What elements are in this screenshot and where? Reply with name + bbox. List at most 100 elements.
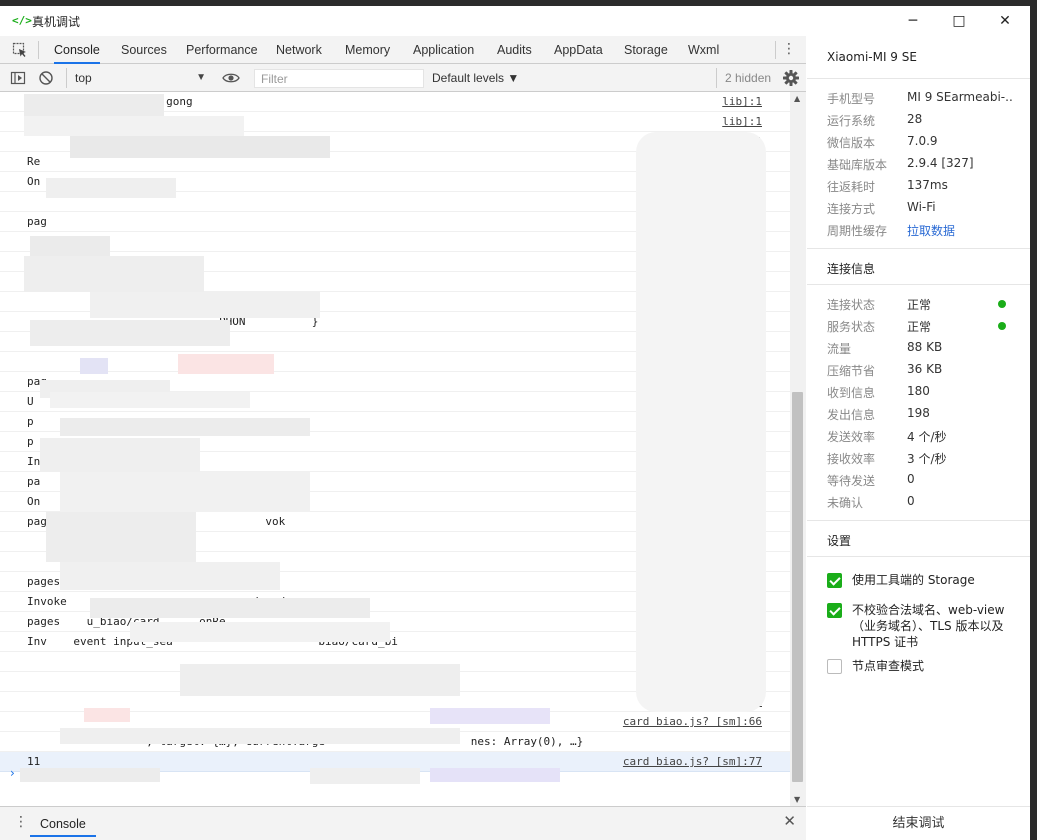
connection-label: 发出信息 — [827, 408, 876, 422]
settings-checkbox[interactable] — [827, 603, 842, 618]
log-source-link[interactable]: lib]:1 — [722, 95, 762, 108]
log-source-link[interactable]: lib]:1 — [722, 115, 762, 128]
tab-audits[interactable]: Audits — [497, 36, 532, 64]
context-selector[interactable]: top ▼ — [66, 68, 210, 88]
log-message: U — [27, 395, 34, 408]
drawer-tab-console[interactable]: Console — [30, 811, 96, 837]
settings-checkbox-label[interactable]: 不校验合法域名、web-view（业务域名）、TLS 版本以及 HTTPS 证书 — [852, 602, 1014, 650]
connection-value: 180 — [907, 384, 930, 398]
more-options-icon[interactable]: ⋮ — [782, 41, 796, 57]
tabbar-divider — [38, 41, 39, 59]
info-value: Wi-Fi — [907, 200, 936, 214]
tab-memory[interactable]: Memory — [345, 36, 390, 64]
console-filter-input[interactable] — [254, 69, 424, 88]
log-message: Re — [27, 155, 41, 168]
divider — [807, 284, 1030, 285]
connection-value: 正常 — [907, 298, 932, 312]
status-dot-icon — [998, 322, 1006, 330]
end-debug-button[interactable]: 结束调试 — [807, 806, 1030, 840]
hidden-messages-count: 2 hidden — [716, 68, 771, 88]
settings-checkbox[interactable] — [827, 573, 842, 588]
devtools-pane: Console Sources Performance Network Memory Ap… — [0, 36, 806, 840]
connection-label: 压缩节省 — [827, 364, 876, 378]
console-log-area: g/my gonglib]:1lib]:11Re[pubOnde publubl… — [0, 92, 790, 806]
tab-console[interactable]: Console — [54, 36, 100, 64]
connection-label: 发送效率 — [827, 430, 876, 444]
connection-label: 等待发送 — [827, 474, 876, 488]
tab-performance[interactable]: Performance — [186, 36, 258, 64]
info-value: 7.0.9 — [907, 134, 938, 148]
tab-application[interactable]: Application — [413, 36, 474, 64]
scroll-down-arrow-icon[interactable]: ▼ — [794, 795, 800, 804]
divider — [807, 520, 1030, 521]
settings-section-title: 设置 — [827, 534, 852, 548]
log-message: On — [27, 175, 41, 188]
live-expression-eye-icon[interactable] — [222, 70, 240, 86]
info-label: 周期性缓存 — [827, 224, 888, 238]
title-bar: </> 真机调试 ─ □ ✕ — [0, 6, 1030, 36]
info-label: 手机型号 — [827, 92, 876, 106]
connection-label: 流量 — [827, 342, 852, 356]
log-message: p — [27, 415, 34, 428]
info-label: 基础库版本 — [827, 158, 888, 172]
minimize-button[interactable]: ─ — [890, 6, 936, 36]
settings-checkbox-label[interactable]: 使用工具端的 Storage — [852, 572, 1014, 588]
settings-checkbox[interactable] — [827, 659, 842, 674]
log-message: 11 — [27, 755, 41, 768]
devtools-window: </> 真机调试 ─ □ ✕ Console Sources Performance… — [0, 6, 1030, 840]
connection-label: 收到信息 — [827, 386, 876, 400]
info-label: 运行系统 — [827, 114, 876, 128]
connection-value: 0 — [907, 494, 915, 508]
tab-wxml[interactable]: Wxml — [688, 36, 719, 64]
connection-value: 正常 — [907, 320, 932, 334]
device-name: Xiaomi-MI 9 SE — [827, 50, 917, 64]
close-window-button[interactable]: ✕ — [982, 6, 1028, 36]
connection-section-title: 连接信息 — [827, 262, 876, 276]
console-drawer: ⋮ Console ✕ — [0, 806, 806, 840]
connection-label: 服务状态 — [827, 320, 876, 334]
log-levels-dropdown[interactable]: Default levels ▼ — [432, 68, 519, 88]
drawer-menu-icon[interactable]: ⋮ — [14, 814, 28, 830]
console-prompt[interactable]: › — [10, 766, 15, 780]
log-source-link[interactable]: card biao.js? [sm]:77 — [623, 755, 762, 768]
console-scrollbar[interactable]: ▲ ▼ — [790, 92, 806, 806]
info-label: 连接方式 — [827, 202, 876, 216]
log-message: p — [27, 435, 34, 448]
info-value: 2.9.4 [327] — [907, 156, 974, 170]
info-label: 往返耗时 — [827, 180, 876, 194]
devtools-tabbar: Console Sources Performance Network Memory Ap… — [0, 36, 806, 64]
connection-value: 198 — [907, 406, 930, 420]
tab-appdata[interactable]: AppData — [554, 36, 603, 64]
window-title: 真机调试 — [32, 15, 81, 29]
device-info-panel: Xiaomi-MI 9 SE 手机型号 MI 9 SEarmeabi-... 运行系… — [807, 36, 1030, 840]
log-source-link[interactable]: card biao.js? [sm]:66 — [623, 715, 762, 728]
context-value: top — [75, 71, 92, 85]
tab-storage[interactable]: Storage — [624, 36, 668, 64]
connection-value: 4 个/秒 — [907, 430, 947, 444]
close-drawer-icon[interactable]: ✕ — [783, 812, 796, 830]
connection-label: 连接状态 — [827, 298, 876, 312]
connection-label: 接收效率 — [827, 452, 876, 466]
settings-checkbox-label[interactable]: 节点审查模式 — [852, 658, 1014, 674]
fetch-data-link[interactable]: 拉取数据 — [907, 222, 1012, 239]
connection-value: 3 个/秒 — [907, 452, 947, 466]
scrollbar-thumb[interactable] — [792, 392, 803, 782]
clear-console-icon[interactable] — [38, 70, 54, 86]
info-value: 28 — [907, 112, 923, 126]
code-bracket-icon: </> — [12, 14, 32, 27]
maximize-button[interactable]: □ — [936, 6, 982, 36]
scroll-up-arrow-icon[interactable]: ▲ — [794, 94, 800, 103]
tab-sources[interactable]: Sources — [121, 36, 167, 64]
log-message: pag — [27, 215, 47, 228]
info-label: 微信版本 — [827, 136, 876, 150]
tabbar-divider — [775, 41, 776, 59]
connection-value: 36 KB — [907, 362, 943, 376]
tab-network[interactable]: Network — [276, 36, 322, 64]
log-message: In — [27, 455, 41, 468]
divider — [807, 248, 1030, 249]
connection-value: 0 — [907, 472, 915, 486]
console-settings-gear-icon[interactable] — [782, 69, 800, 87]
inspect-element-icon[interactable] — [12, 42, 28, 58]
connection-label: 未确认 — [827, 496, 864, 510]
toggle-sidebar-icon[interactable] — [10, 70, 26, 86]
